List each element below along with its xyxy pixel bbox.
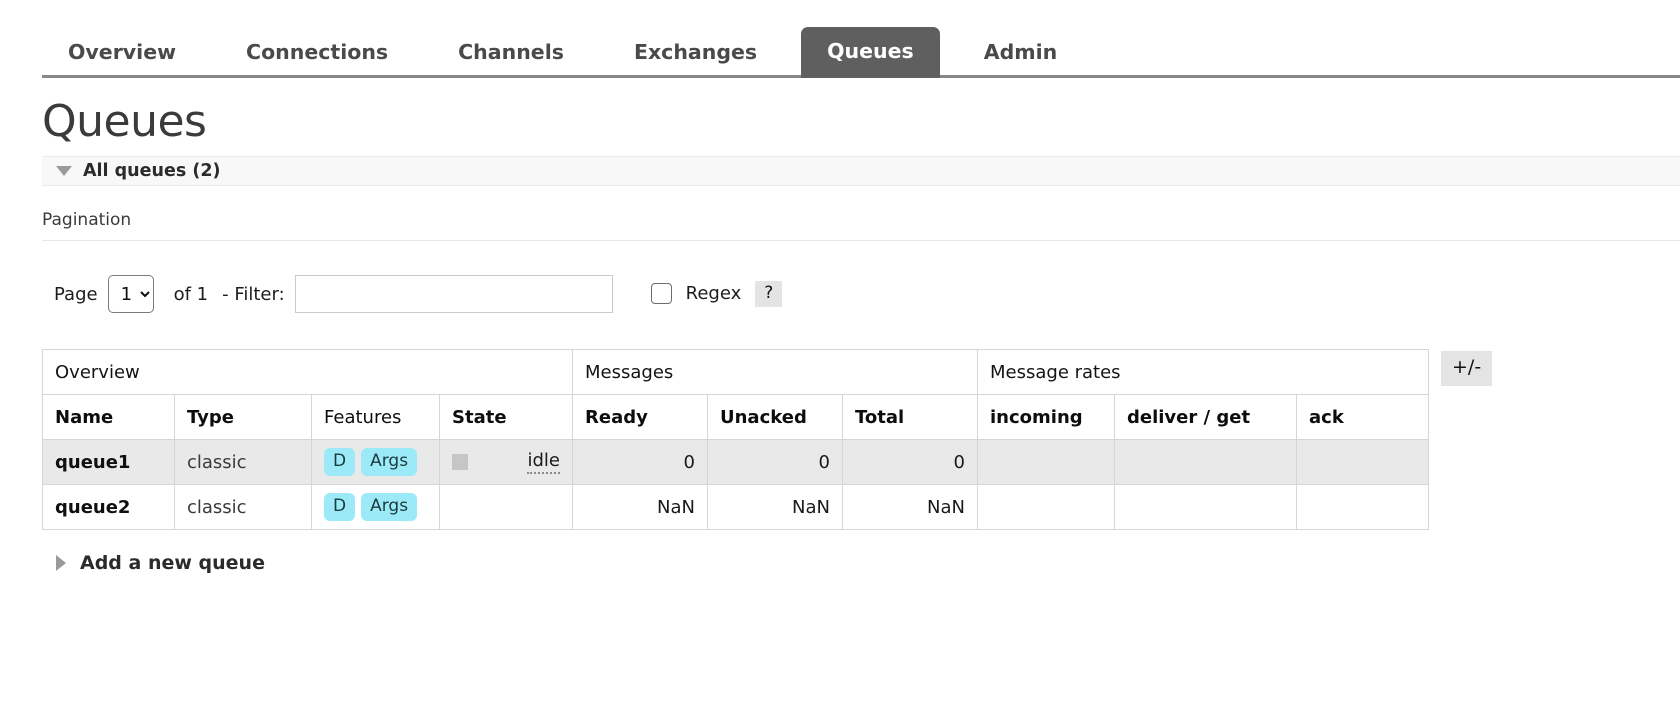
column-header-features: Features xyxy=(311,394,440,440)
regex-checkbox[interactable] xyxy=(650,283,672,305)
main-navigation: Overview Connections Channels Exchanges … xyxy=(0,0,1680,78)
feature-badge-durable[interactable]: D xyxy=(324,493,356,521)
triangle-right-icon xyxy=(56,555,66,571)
table-row[interactable]: queue2 classic D Args NaN NaN NaN xyxy=(42,484,1429,530)
triangle-down-icon xyxy=(56,166,72,176)
column-header-ack[interactable]: ack xyxy=(1296,394,1429,440)
filter-label: - Filter: xyxy=(222,283,285,305)
cell-queue-name[interactable]: queue2 xyxy=(42,484,175,530)
filter-input[interactable] xyxy=(294,275,613,313)
state-text: idle xyxy=(527,450,560,474)
nav-tab-overview[interactable]: Overview xyxy=(42,32,202,79)
all-queues-label: All queues (2) xyxy=(83,161,221,181)
column-header-type[interactable]: Type xyxy=(174,394,312,440)
pagination-section: Pagination Page 1 of 1 - Filter: Regex ? xyxy=(42,210,1680,313)
cell-unacked: NaN xyxy=(707,484,843,530)
regex-help-button[interactable]: ? xyxy=(755,280,783,308)
nav-tab-channels[interactable]: Channels xyxy=(432,32,590,79)
add-new-queue-label: Add a new queue xyxy=(80,552,265,574)
cell-queue-type: classic xyxy=(174,484,312,530)
cell-queue-features: D Args xyxy=(311,439,440,485)
cell-total: 0 xyxy=(842,439,978,485)
column-header-incoming[interactable]: incoming xyxy=(977,394,1115,440)
cell-incoming xyxy=(977,484,1115,530)
cell-deliver-get xyxy=(1114,439,1297,485)
state-indicator-icon xyxy=(452,454,468,470)
group-header-messages: Messages xyxy=(572,349,978,395)
group-header-overview: Overview xyxy=(42,349,573,395)
cell-incoming xyxy=(977,439,1115,485)
cell-queue-state: idle xyxy=(439,439,573,485)
page-label: Page xyxy=(54,283,98,305)
cell-unacked: 0 xyxy=(707,439,843,485)
page-count-label: of 1 xyxy=(173,283,209,305)
pagination-heading: Pagination xyxy=(42,210,1680,241)
feature-badge-args[interactable]: Args xyxy=(361,448,418,476)
cell-ack xyxy=(1296,484,1429,530)
cell-queue-type: classic xyxy=(174,439,312,485)
page-select[interactable]: 1 xyxy=(107,275,154,313)
column-header-name[interactable]: Name xyxy=(42,394,175,440)
column-header-state[interactable]: State xyxy=(439,394,573,440)
column-header-unacked[interactable]: Unacked xyxy=(707,394,843,440)
add-new-queue-toggle[interactable]: Add a new queue xyxy=(56,552,1680,574)
cell-ack xyxy=(1296,439,1429,485)
cell-queue-name[interactable]: queue1 xyxy=(42,439,175,485)
nav-tab-exchanges[interactable]: Exchanges xyxy=(608,32,783,79)
filter-controls: Page 1 of 1 - Filter: Regex ? xyxy=(42,275,1680,313)
queues-table: Overview Messages Message rates Name Typ… xyxy=(42,349,1429,530)
regex-label: Regex xyxy=(685,283,742,305)
column-header-ready[interactable]: Ready xyxy=(572,394,708,440)
regex-control: Regex ? xyxy=(650,280,783,308)
page-title: Queues xyxy=(42,96,207,147)
table-column-header-row: Name Type Features State Ready Unacked T… xyxy=(42,394,1429,440)
queues-table-area: Overview Messages Message rates Name Typ… xyxy=(42,349,1680,530)
toggle-columns-button[interactable]: +/- xyxy=(1441,351,1493,386)
nav-tab-admin[interactable]: Admin xyxy=(958,32,1084,79)
table-row[interactable]: queue1 classic D Args idle 0 0 0 xyxy=(42,439,1429,485)
table-group-header-row: Overview Messages Message rates xyxy=(42,349,1429,395)
feature-badge-args[interactable]: Args xyxy=(361,493,418,521)
cell-deliver-get xyxy=(1114,484,1297,530)
feature-badge-durable[interactable]: D xyxy=(324,448,356,476)
nav-tab-connections[interactable]: Connections xyxy=(220,32,414,79)
cell-ready: NaN xyxy=(572,484,708,530)
all-queues-section-toggle[interactable]: All queues (2) xyxy=(42,156,1680,186)
cell-queue-features: D Args xyxy=(311,484,440,530)
cell-total: NaN xyxy=(842,484,978,530)
column-header-total[interactable]: Total xyxy=(842,394,978,440)
cell-ready: 0 xyxy=(572,439,708,485)
nav-tab-queues[interactable]: Queues xyxy=(801,26,940,78)
cell-queue-state xyxy=(439,484,573,530)
column-header-deliver-get[interactable]: deliver / get xyxy=(1114,394,1297,440)
group-header-message-rates: Message rates xyxy=(977,349,1429,395)
